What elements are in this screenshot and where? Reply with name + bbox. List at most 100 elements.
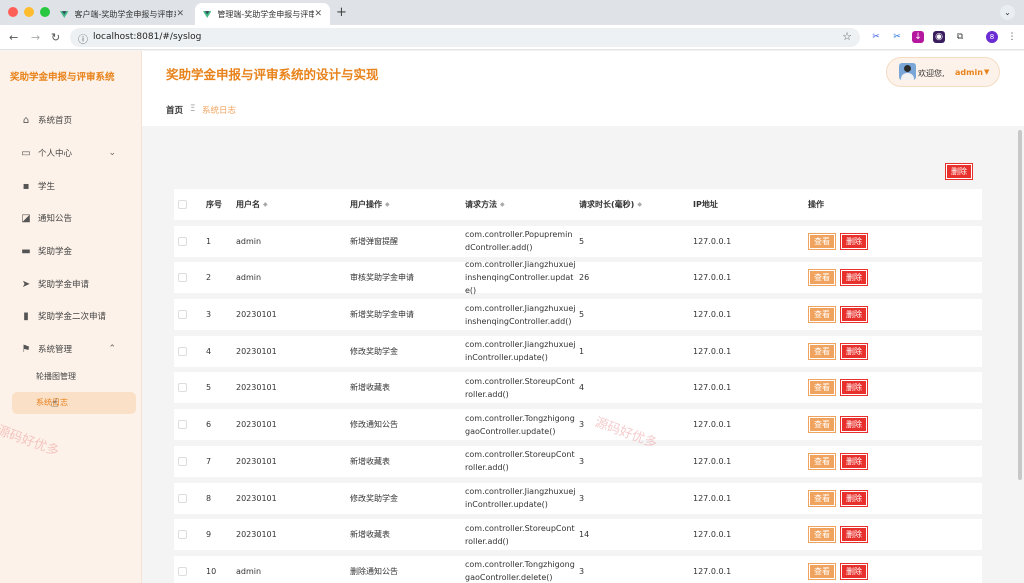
puzzle-extensions-icon[interactable]: ⧉ [954, 31, 966, 43]
row-checkbox[interactable] [178, 236, 187, 246]
row-checkbox[interactable] [178, 456, 187, 466]
cell-username: 20230101 [236, 346, 277, 356]
sidebar-item-notice[interactable]: ◪ 通知公告 [0, 206, 142, 230]
sidebar-item-label: 个人中心 [38, 149, 73, 159]
row-checkbox[interactable] [178, 566, 187, 576]
reload-icon[interactable]: ↻ [51, 31, 60, 44]
site-info-icon[interactable]: ⓘ [78, 31, 88, 46]
view-button[interactable]: 查看 [808, 306, 836, 324]
delete-button[interactable]: 删除 [840, 342, 868, 360]
close-tab-icon[interactable]: ✕ [176, 9, 184, 19]
table-row: 8 20230101 修改奖助学金 com.controller.Jiangzhuxu… [174, 482, 982, 514]
tab-search-chevron-icon[interactable]: ⌄ [1000, 5, 1015, 20]
cell-method: com.controller.JiangzhuxuejinshenqingCon… [465, 303, 576, 326]
column-header-operation[interactable]: 用户操作 ◆ [350, 189, 390, 220]
delete-button[interactable]: 删除 [840, 269, 868, 287]
profile-avatar-icon[interactable]: 8 [986, 31, 998, 43]
sidebar-item-second-application[interactable]: ▮ 奖助学金二次申请 [0, 304, 142, 328]
forward-arrow-icon[interactable]: → [31, 31, 40, 44]
scissors-extension-icon[interactable]: ✂ [870, 31, 882, 43]
view-button[interactable]: 查看 [808, 416, 836, 434]
column-header-duration[interactable]: 请求时长(毫秒) ◆ [579, 189, 642, 220]
row-checkbox[interactable] [178, 530, 187, 540]
user-menu[interactable]: 欢迎您, admin ▼ [886, 57, 1000, 87]
sidebar-subitem-syslog[interactable]: 系统日志 [12, 392, 136, 414]
delete-button[interactable]: 删除 [840, 526, 868, 544]
cell-method: com.controller.StoreupController.add() [465, 523, 575, 546]
close-tab-icon[interactable]: ✕ [314, 9, 322, 19]
browser-tab-admin[interactable]: 管理端-奖助学金申报与评审系统 ✕ [195, 3, 330, 25]
cell-operation: 审核奖助学金申请 [350, 273, 414, 283]
delete-button[interactable]: 删除 [840, 452, 868, 470]
minimize-window-button[interactable] [24, 7, 34, 17]
view-button[interactable]: 查看 [808, 379, 836, 397]
cell-operation: 新增收藏表 [350, 456, 390, 466]
tools-extension-icon[interactable]: ✂ [891, 31, 903, 43]
mouse-cursor-icon: ☝ [51, 396, 59, 410]
delete-button[interactable]: 删除 [840, 562, 868, 580]
sidebar-item-home[interactable]: ⌂ 系统首页 [0, 108, 142, 132]
row-checkbox[interactable] [178, 273, 187, 283]
cell-method: com.controller.PopupremindController.add… [465, 230, 573, 253]
monster-extension-icon[interactable]: ◉ [933, 31, 945, 43]
row-checkbox[interactable] [178, 420, 187, 430]
sidebar-item-student[interactable]: ▪ 学生 [0, 174, 142, 198]
select-all-checkbox[interactable] [178, 200, 187, 209]
bar-chart-icon: ▮ [23, 310, 29, 322]
sort-icon[interactable]: ◆ [500, 198, 505, 211]
close-window-button[interactable] [8, 7, 18, 17]
column-header-username[interactable]: 用户名 ◆ [236, 189, 268, 220]
caret-down-icon: ▼ [984, 68, 990, 76]
view-button[interactable]: 查看 [808, 562, 836, 580]
batch-delete-button[interactable]: 删除 [945, 163, 973, 180]
browser-tab-client[interactable]: 客户端-奖助学金申报与评审系统 ✕ [52, 3, 192, 25]
scrollbar-thumb[interactable] [1018, 130, 1022, 480]
sort-icon[interactable]: ◆ [263, 201, 268, 208]
cell-ip: 127.0.0.1 [693, 273, 732, 283]
sidebar-item-application[interactable]: ➤ 奖助学金申请 [0, 272, 142, 296]
delete-button[interactable]: 删除 [840, 306, 868, 324]
sidebar-item-system[interactable]: ⚑ 系统管理 ⌃ [0, 337, 142, 361]
delete-button[interactable]: 删除 [840, 489, 868, 507]
cell-ip: 127.0.0.1 [693, 236, 732, 246]
new-tab-button[interactable]: + [336, 5, 347, 20]
row-checkbox[interactable] [178, 493, 187, 503]
delete-button[interactable]: 删除 [840, 416, 868, 434]
bookmark-star-icon[interactable]: ☆ [842, 30, 852, 43]
sort-icon[interactable]: ◆ [385, 201, 390, 208]
view-button[interactable]: 查看 [808, 489, 836, 507]
sidebar-subitem-carousel[interactable]: 轮播图管理 [12, 366, 136, 388]
view-button[interactable]: 查看 [808, 232, 836, 250]
delete-button[interactable]: 删除 [840, 379, 868, 397]
row-checkbox[interactable] [178, 310, 187, 320]
sidebar-item-label: 系统首页 [38, 116, 73, 126]
view-button[interactable]: 查看 [808, 526, 836, 544]
more-menu-icon[interactable]: ⋮ [1006, 31, 1018, 43]
sidebar-item-personal[interactable]: ▭ 个人中心 ⌄ [0, 141, 142, 165]
table-row: 2 admin 审核奖助学金申请 com.controller.Jiangzhuxue… [174, 260, 982, 295]
cell-operation: 新增弹窗提醒 [350, 236, 398, 246]
view-button[interactable]: 查看 [808, 269, 836, 287]
welcome-text: 欢迎您, [918, 69, 945, 78]
cell-operation: 新增收藏表 [350, 383, 390, 393]
column-header-method[interactable]: 请求方法 ◆ [465, 189, 577, 220]
cell-duration: 3 [579, 420, 585, 430]
view-button[interactable]: 查看 [808, 452, 836, 470]
maximize-window-button[interactable] [40, 7, 50, 17]
vertical-scrollbar[interactable] [1016, 126, 1024, 583]
row-checkbox[interactable] [178, 383, 187, 393]
back-arrow-icon[interactable]: ← [9, 31, 18, 44]
view-button[interactable]: 查看 [808, 342, 836, 360]
address-bar[interactable]: ⓘ localhost:8081/#/syslog ☆ [70, 28, 860, 47]
sidebar-item-scholarship[interactable]: ▬ 奖助学金 [0, 239, 142, 263]
breadcrumb-home[interactable]: 首页 [166, 104, 183, 116]
delete-button[interactable]: 删除 [840, 232, 868, 250]
cell-method: com.controller.TongzhigonggaoController.… [465, 560, 575, 583]
sort-icon[interactable]: ◆ [637, 201, 642, 208]
row-checkbox[interactable] [178, 346, 187, 356]
url-text: localhost:8081/#/syslog [93, 32, 202, 42]
cell-username: 20230101 [236, 383, 277, 393]
download-extension-icon[interactable]: ↓ [912, 31, 924, 43]
view-button-label: 查看 [810, 234, 834, 248]
delete-button-label: 删除 [842, 344, 866, 358]
